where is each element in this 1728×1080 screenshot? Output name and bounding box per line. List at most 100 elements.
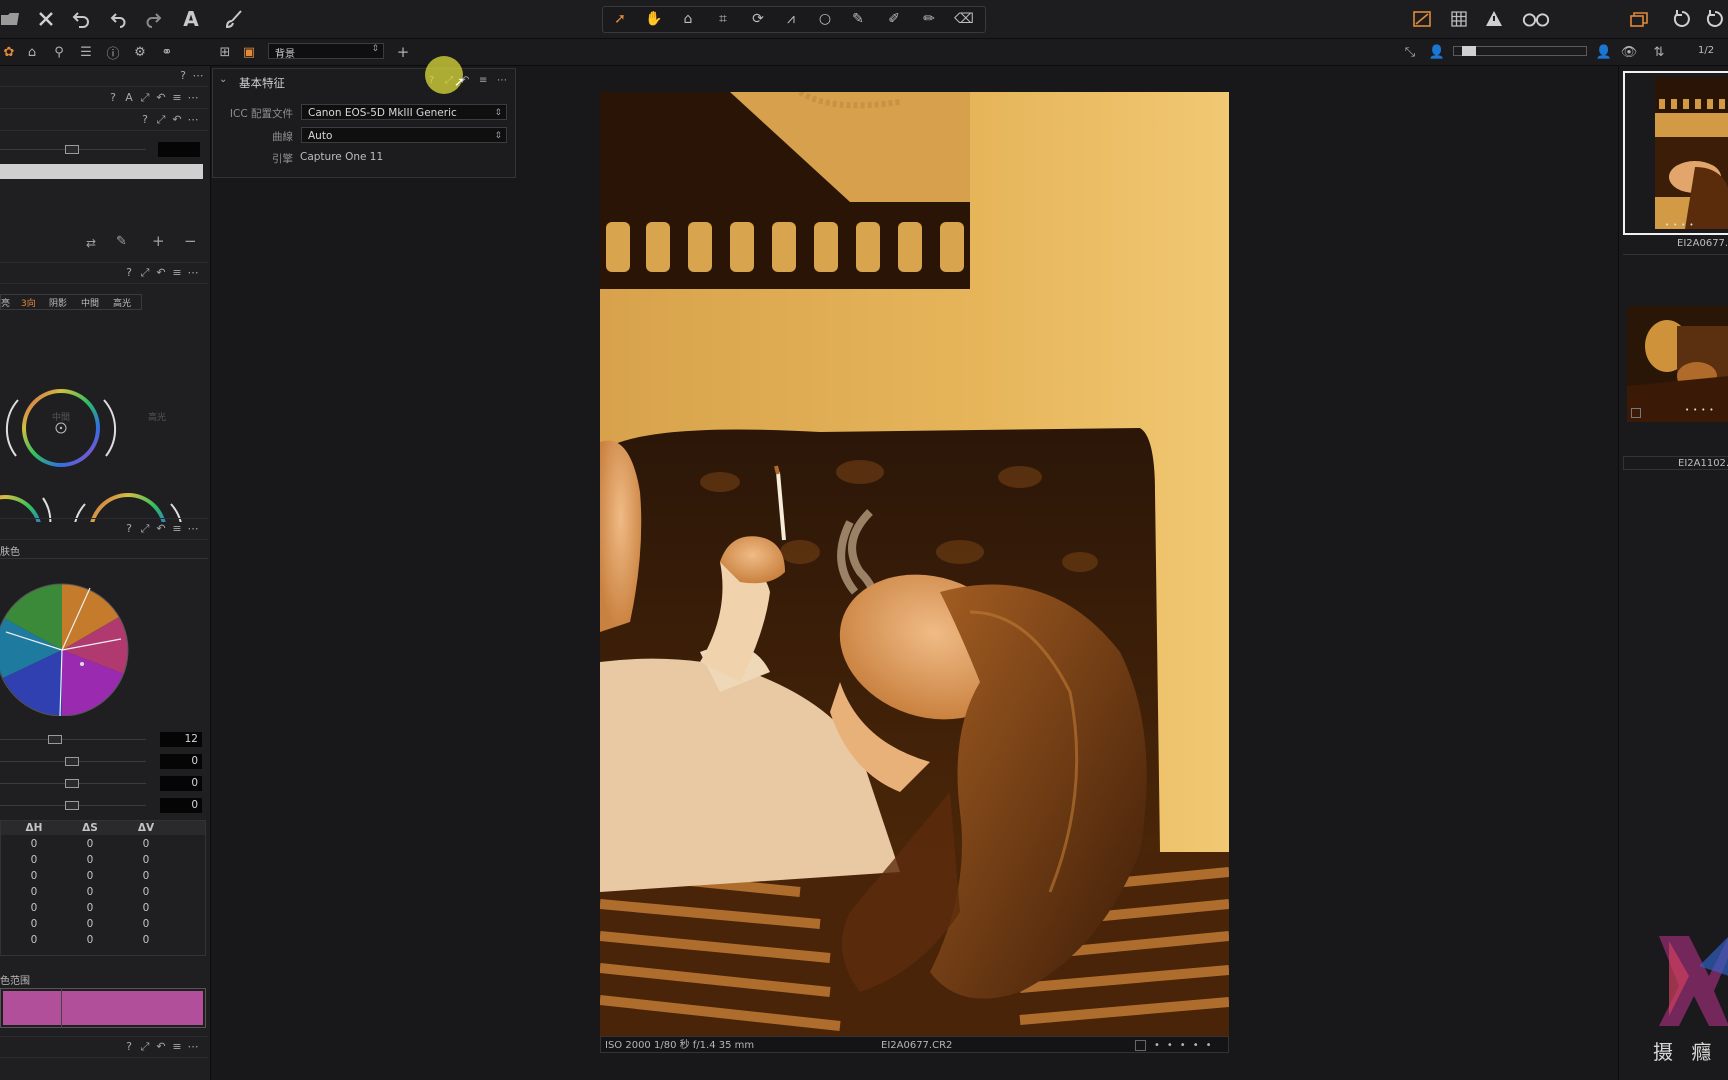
info-tab-icon[interactable]: ⓘ: [104, 43, 122, 62]
select-checkbox[interactable]: [1135, 1040, 1146, 1051]
proof-glasses-icon[interactable]: [1520, 8, 1552, 30]
presets-icon[interactable]: ≡: [170, 266, 184, 280]
help-icon[interactable]: ?: [138, 113, 152, 127]
reset-icon[interactable]: [1671, 8, 1693, 30]
select-checkbox[interactable]: [1631, 408, 1641, 418]
person-small-icon[interactable]: 👤: [1428, 43, 1446, 61]
copy-apply-icon[interactable]: ⤢: [138, 91, 152, 105]
help-icon[interactable]: ?: [122, 266, 136, 280]
adjustments-tab-icon[interactable]: ⚭: [158, 43, 176, 61]
slider-knob[interactable]: [65, 801, 79, 810]
slider-value[interactable]: 12: [160, 732, 202, 747]
slider-handle[interactable]: [1462, 46, 1476, 56]
warning-triangle-icon[interactable]: [1483, 8, 1505, 30]
lens-tab-icon[interactable]: ⌂: [23, 43, 41, 61]
refresh-icon[interactable]: [1704, 8, 1726, 30]
tab-master[interactable]: 亮: [1, 296, 10, 309]
thumbnail-size-slider[interactable]: [1453, 46, 1587, 56]
slider-knob[interactable]: [65, 779, 79, 788]
folder-icon[interactable]: [0, 8, 22, 30]
tab-3-way[interactable]: 3向: [21, 296, 36, 309]
slider-value[interactable]: 0: [160, 776, 202, 791]
more-icon[interactable]: ⋯: [186, 91, 200, 105]
add-icon[interactable]: +: [394, 43, 412, 61]
presets-icon[interactable]: ≡: [170, 522, 184, 536]
keystone-icon[interactable]: ⩘: [780, 9, 802, 29]
presets-icon[interactable]: ≡: [479, 75, 487, 86]
collapse-chevron-icon[interactable]: ⌄: [219, 74, 227, 85]
color-balance-wheels[interactable]: [0, 312, 208, 522]
more-icon[interactable]: ⋯: [191, 69, 205, 83]
grid-icon[interactable]: [1448, 8, 1470, 30]
more-icon[interactable]: ⋯: [186, 1040, 200, 1054]
gradient-mask-icon[interactable]: ✏: [918, 9, 940, 29]
slider-knob[interactable]: [48, 735, 62, 744]
add-icon[interactable]: +: [152, 232, 165, 250]
undo-icon[interactable]: [70, 8, 92, 30]
copy-apply-icon[interactable]: ⤢: [138, 1040, 152, 1054]
slider-value[interactable]: 0: [160, 798, 202, 813]
tab-highlights[interactable]: 高光: [113, 296, 131, 309]
pan-hand-icon[interactable]: ✋: [643, 9, 665, 29]
more-icon[interactable]: ⋯: [186, 113, 200, 127]
reset-icon[interactable]: ↶: [154, 91, 168, 105]
copy-apply-icon[interactable]: ⤢: [138, 266, 152, 280]
thumbnail-selected[interactable]: ••••: [1623, 71, 1728, 235]
help-icon[interactable]: ?: [176, 69, 190, 83]
viewer-eye-icon[interactable]: 👁: [1620, 43, 1638, 61]
reset-icon[interactable]: ↶: [170, 113, 184, 127]
icc-profile-select[interactable]: Canon EOS-5D MkIII Generic ⇕: [301, 104, 507, 120]
rating-dots[interactable]: ••••: [1665, 221, 1698, 229]
draw-mask-icon[interactable]: ✎: [847, 9, 869, 29]
tab-midtones[interactable]: 中間: [81, 296, 99, 309]
more-icon[interactable]: ⋯: [497, 75, 507, 86]
color-range-bar[interactable]: [0, 988, 206, 1028]
slider-track[interactable]: [0, 739, 146, 740]
preset-dropdown[interactable]: 背景 ⇕: [268, 43, 384, 60]
window-stack-icon[interactable]: [1628, 8, 1650, 30]
brush-icon[interactable]: [223, 8, 245, 30]
swap-icon[interactable]: ⇄: [86, 236, 96, 250]
crop-icon[interactable]: ⌗: [712, 9, 734, 29]
grid-view-icon[interactable]: ⊞: [216, 43, 234, 61]
reset-icon[interactable]: ↶: [154, 522, 168, 536]
tab-shadows[interactable]: 阴影: [49, 296, 67, 309]
erase-mask-icon[interactable]: ✐: [883, 9, 905, 29]
rating-dots[interactable]: •••••: [1154, 1037, 1219, 1054]
help-icon[interactable]: ?: [106, 91, 120, 105]
redo-icon[interactable]: [143, 8, 165, 30]
curve-select[interactable]: Auto ⇕: [301, 127, 507, 143]
eraser-icon[interactable]: ⌫: [953, 9, 975, 29]
select-arrow-icon[interactable]: ➚: [609, 9, 631, 29]
single-view-icon[interactable]: ▣: [240, 43, 258, 61]
more-icon[interactable]: ⋯: [186, 266, 200, 280]
help-icon[interactable]: ?: [122, 522, 136, 536]
more-icon[interactable]: ⋯: [186, 522, 200, 536]
main-photo-viewer[interactable]: [600, 92, 1229, 1036]
rotate-icon[interactable]: ⟳: [747, 9, 769, 29]
reset-icon[interactable]: ↶: [154, 266, 168, 280]
thumbnail[interactable]: ••••: [1627, 306, 1728, 422]
close-icon[interactable]: [35, 8, 57, 30]
text-tool-icon[interactable]: A: [180, 8, 202, 30]
zoom-fit-icon[interactable]: ⤡: [1401, 43, 1419, 61]
skin-tone-wheel[interactable]: [0, 576, 140, 716]
color-picker-icon[interactable]: ✎: [116, 234, 127, 249]
copy-apply-icon[interactable]: ⤢: [138, 522, 152, 536]
value-field[interactable]: [158, 142, 200, 157]
help-icon[interactable]: ?: [122, 1040, 136, 1054]
rating-dots[interactable]: ••••: [1685, 406, 1718, 414]
reset-icon[interactable]: ↶: [154, 1040, 168, 1054]
remove-icon[interactable]: −: [184, 232, 197, 250]
range-divider[interactable]: [61, 989, 62, 1027]
list-tab-icon[interactable]: ☰: [77, 43, 95, 61]
person-large-icon[interactable]: 👤: [1595, 43, 1613, 61]
loupe-icon[interactable]: ⌂: [677, 9, 699, 29]
slider-knob[interactable]: [65, 145, 79, 154]
presets-icon[interactable]: ≡: [170, 1040, 184, 1054]
undo-step-icon[interactable]: [107, 8, 129, 30]
slider-knob[interactable]: [65, 757, 79, 766]
auto-icon[interactable]: A: [122, 91, 136, 105]
presets-icon[interactable]: ≡: [170, 91, 184, 105]
exposure-warning-icon[interactable]: [1411, 8, 1433, 30]
